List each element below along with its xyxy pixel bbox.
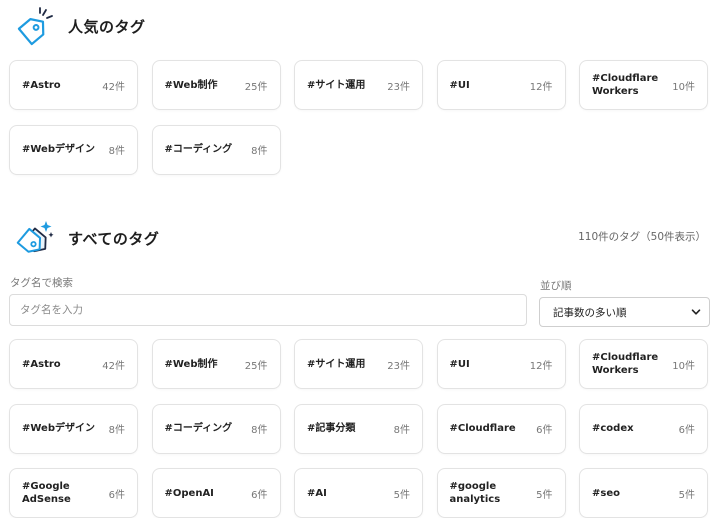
tag-name: #コーディング: [164, 144, 233, 155]
tag-post-count: 8件: [108, 146, 125, 157]
tag-name: #Cloudflare Workers: [592, 352, 659, 376]
tag-card[interactable]: #Webデザイン 8件: [9, 403, 138, 454]
tag-card[interactable]: #AI 5件: [294, 468, 423, 518]
tag-post-count: 5件: [678, 489, 695, 501]
all-tags-header: すべてのタグ: [16, 218, 159, 258]
tag-post-count: 42件: [102, 81, 125, 93]
tag-card[interactable]: #UI 12件: [436, 339, 566, 389]
tag-name: #Cloudflare: [449, 423, 516, 434]
tag-card[interactable]: #コーディング 8件: [151, 124, 281, 175]
tag-card[interactable]: #Web制作 25件: [151, 60, 281, 110]
tag-card[interactable]: #サイト運用 23件: [294, 60, 423, 110]
popular-tags-title: 人気のタグ: [68, 17, 146, 36]
tag-post-count: 8件: [251, 425, 268, 436]
tag-post-count: 10件: [672, 81, 695, 93]
tag-card[interactable]: #Webデザイン 8件: [9, 124, 138, 175]
tag-post-count: 6件: [108, 489, 125, 501]
tag-icon: [17, 7, 53, 46]
search-label: タグ名で検索: [10, 277, 73, 289]
tag-name: #Web制作: [164, 358, 218, 370]
tag-card[interactable]: #コーディング 8件: [151, 403, 281, 454]
tag-post-count: 42件: [102, 360, 125, 372]
tag-post-count: 23件: [387, 360, 410, 372]
tag-name: #Cloudflare Workers: [592, 73, 659, 97]
tag-name: #サイト運用: [307, 358, 366, 370]
tag-card[interactable]: #google analytics 5件: [436, 468, 566, 518]
tag-post-count: 8件: [108, 425, 125, 436]
tag-card[interactable]: #Cloudflare Workers 10件: [579, 339, 708, 389]
tag-name: #Webデザイン: [22, 144, 95, 155]
tag-name: #Astro: [22, 358, 61, 370]
tag-name: #UI: [449, 358, 470, 370]
tag-card[interactable]: #Cloudflare 6件: [436, 403, 566, 454]
tag-card[interactable]: #記事分類 8件: [294, 403, 423, 454]
tag-post-count: 25件: [244, 360, 268, 372]
tag-card[interactable]: #UI 12件: [436, 60, 566, 110]
tag-card[interactable]: #Astro 42件: [9, 339, 138, 389]
tag-post-count: 12件: [529, 360, 553, 372]
tag-post-count: 8件: [251, 146, 268, 157]
tag-post-count: 6件: [536, 425, 553, 436]
tag-name: #Webデザイン: [22, 423, 95, 434]
tag-post-count: 10件: [672, 360, 695, 372]
tag-name: #google analytics: [449, 481, 501, 505]
tag-name: #codex: [592, 423, 634, 434]
tag-search-input[interactable]: [9, 294, 527, 326]
tag-name: #記事分類: [307, 423, 356, 434]
tag-post-count: 5件: [393, 489, 410, 501]
tag-post-count: 6件: [251, 489, 268, 501]
tag-post-count: 8件: [393, 425, 410, 436]
sort-order-select[interactable]: 記事数の多い順: [539, 297, 710, 327]
tag-name: #UI: [449, 79, 470, 91]
sort-selected-value: 記事数の多い順: [553, 306, 627, 319]
tag-card[interactable]: #codex 6件: [579, 403, 708, 454]
popular-tags-header: 人気のタグ: [16, 6, 146, 46]
tag-card[interactable]: #seo 5件: [579, 468, 708, 518]
tags-sparkle-icon: [16, 221, 54, 253]
tag-name: #seo: [592, 487, 620, 499]
tag-post-count: 5件: [536, 489, 553, 501]
tag-name: #Google AdSense: [22, 481, 71, 505]
tag-count-summary: 110件のタグ（50件表示）: [578, 231, 706, 243]
chevron-down-icon: [691, 309, 701, 315]
tag-post-count: 12件: [529, 81, 553, 93]
tag-name: #Web制作: [164, 79, 218, 91]
tag-card[interactable]: #Web制作 25件: [151, 339, 281, 389]
tag-name: #サイト運用: [307, 79, 366, 91]
tag-card[interactable]: #サイト運用 23件: [294, 339, 423, 389]
tag-card[interactable]: #Cloudflare Workers 10件: [579, 60, 708, 110]
tag-name: #Astro: [22, 79, 61, 91]
tag-card[interactable]: #OpenAI 6件: [151, 468, 281, 518]
tag-card[interactable]: #Google AdSense 6件: [9, 468, 138, 518]
tag-post-count: 23件: [387, 81, 410, 93]
sort-label: 並び順: [540, 280, 572, 292]
tag-card[interactable]: #Astro 42件: [9, 60, 138, 110]
tag-post-count: 6件: [678, 425, 695, 436]
tag-name: #OpenAI: [164, 487, 214, 499]
tag-name: #AI: [307, 487, 327, 499]
tag-post-count: 25件: [244, 81, 268, 93]
all-tags-title: すべてのタグ: [68, 229, 160, 248]
tag-name: #コーディング: [164, 423, 233, 434]
